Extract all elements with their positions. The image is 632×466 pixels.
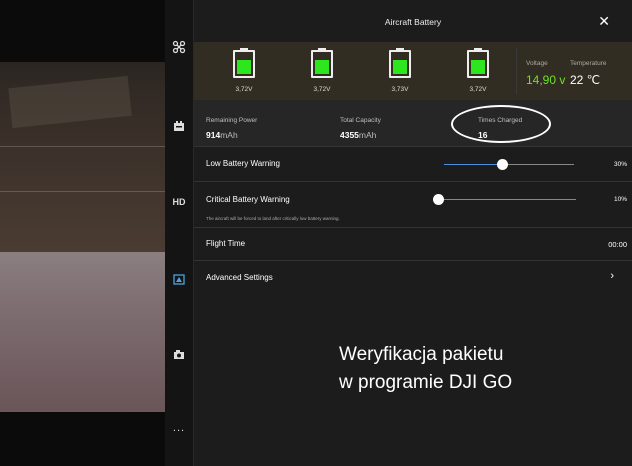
temperature-value: 22 ℃ <box>570 73 601 87</box>
page-title: Aircraft Battery <box>384 17 442 27</box>
camera-feed-bottom <box>0 412 165 466</box>
caption-line-2: w programie DJI GO <box>339 372 513 393</box>
grid-line <box>0 146 165 147</box>
remaining-power-label: Remaining Power <box>206 117 258 124</box>
battery-cell: 3,72V <box>302 48 342 93</box>
low-battery-value: 30% <box>613 161 627 168</box>
camera-icon[interactable] <box>165 349 193 360</box>
remaining-power-unit: mAh <box>220 130 238 140</box>
critical-battery-note: The aircraft will be forced to land afte… <box>206 216 340 221</box>
critical-battery-slider-knob[interactable] <box>432 194 444 205</box>
grid-line <box>0 191 165 192</box>
flight-time-label: Flight Time <box>206 239 246 248</box>
camera-feed-wall <box>0 62 165 252</box>
panel-header: Aircraft Battery ✕ <box>194 0 632 42</box>
low-battery-slider-knob[interactable] <box>497 159 508 170</box>
temperature-label: Temperature <box>570 60 607 67</box>
cell-voltage: 3,72V <box>469 86 487 93</box>
battery-cell-fill <box>471 60 485 74</box>
total-capacity-value: 4355mAh <box>340 130 376 140</box>
aircraft-status-icon[interactable] <box>165 40 193 54</box>
battery-icon[interactable] <box>165 120 193 132</box>
battery-cell-fill <box>237 60 251 74</box>
chevron-right-icon: › <box>610 270 614 282</box>
advanced-settings-label: Advanced Settings <box>206 273 273 282</box>
remaining-power-number: 914 <box>206 130 221 140</box>
flight-time-row: Flight Time 00:00 <box>194 227 632 261</box>
battery-cell: 3,72V <box>224 48 264 93</box>
battery-cell-icon <box>467 48 489 78</box>
battery-cell-fill <box>315 60 329 74</box>
total-capacity-number: 4355 <box>340 130 359 140</box>
more-button[interactable]: ... <box>165 422 193 434</box>
hd-button[interactable]: HD <box>165 197 193 207</box>
flight-time-value: 00:00 <box>608 240 627 249</box>
critical-battery-slider[interactable] <box>438 199 576 200</box>
low-battery-row: Low Battery Warning 30% <box>194 146 632 182</box>
cell-voltage: 3,72V <box>235 86 253 93</box>
camera-feed <box>0 0 165 466</box>
battery-cell-fill <box>393 60 407 74</box>
advanced-settings-row[interactable]: Advanced Settings › <box>194 260 632 295</box>
low-battery-slider-fill <box>444 164 503 165</box>
critical-battery-label: Critical Battery Warning <box>206 195 290 204</box>
camera-feed-top <box>0 0 165 62</box>
side-toolbar: HD ... <box>165 0 194 466</box>
critical-battery-value: 10% <box>613 196 627 203</box>
cell-voltage: 3,73V <box>391 86 409 93</box>
battery-cell-icon <box>233 48 255 78</box>
battery-cell-icon <box>389 48 411 78</box>
battery-cell-icon <box>311 48 333 78</box>
caption-line-1: Weryfikacja pakietu <box>339 344 504 365</box>
stats-band <box>194 100 632 146</box>
camera-feed-floor <box>0 252 165 412</box>
close-icon[interactable]: ✕ <box>598 13 610 30</box>
remaining-power-value: 914mAh <box>206 130 238 140</box>
battery-cell: 3,72V <box>458 48 498 93</box>
divider <box>516 48 517 94</box>
voltage-value: 14,90 v <box>526 73 566 87</box>
low-battery-label: Low Battery Warning <box>206 159 280 168</box>
voltage-label: Voltage <box>526 60 548 67</box>
critical-battery-row: Critical Battery Warning 10% The aircraf… <box>194 181 632 228</box>
image-transmission-icon[interactable] <box>165 273 193 285</box>
total-capacity-label: Total Capacity <box>340 117 381 124</box>
battery-cell: 3,73V <box>380 48 420 93</box>
total-capacity-unit: mAh <box>358 130 377 140</box>
cell-voltage: 3,72V <box>313 86 331 93</box>
highlight-ellipse <box>451 105 551 143</box>
